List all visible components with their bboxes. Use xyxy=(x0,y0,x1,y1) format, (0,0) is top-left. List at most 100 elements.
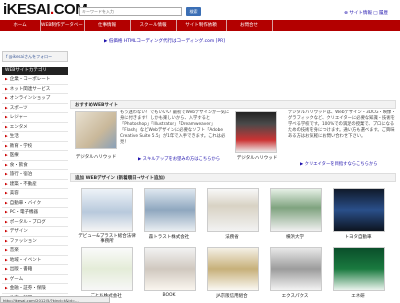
site-caption[interactable]: デビュー&プラスト総合法律事務所 xyxy=(77,234,137,244)
arrow-icon: ▶ xyxy=(5,219,8,224)
sidebar-item[interactable]: ▶ オンラインショップ xyxy=(2,94,68,104)
sidebar-item[interactable]: ▶ 旅行・宿泊 xyxy=(2,170,68,180)
arrow-icon: ▶ xyxy=(5,286,8,290)
sidebar-item-label: PC・電子機器 xyxy=(9,210,39,215)
nav-home[interactable]: ホーム xyxy=(0,20,41,31)
search-input[interactable] xyxy=(80,8,181,15)
search-button[interactable]: 検索 xyxy=(186,7,201,16)
sidebar-item[interactable]: ▶ 医療 xyxy=(2,151,68,161)
arrow-icon: ▶ xyxy=(5,248,8,252)
site-caption[interactable]: JA京阪信用組合 xyxy=(203,293,261,299)
nav-school[interactable]: スクール情報 xyxy=(130,20,177,31)
site-thumb[interactable] xyxy=(333,247,385,291)
nav-database[interactable]: WEB制作データベース xyxy=(40,20,85,39)
sidebar-title: WEBサイトカテゴリ xyxy=(2,67,68,75)
sidebar-item[interactable]: ▶ 食・飲食 xyxy=(2,161,68,170)
arrow-icon: ▶ xyxy=(5,153,8,157)
sidebar-item[interactable]: ▶ スポーツ xyxy=(2,104,68,113)
sidebar-item-label: 美容 xyxy=(9,191,19,196)
arrow-icon: ▶ xyxy=(5,105,8,110)
sidebar-item[interactable]: ▶ 地域・イベント xyxy=(2,256,68,265)
site-thumb[interactable] xyxy=(81,247,133,291)
site-thumb[interactable] xyxy=(144,188,196,232)
sidebar-item[interactable]: ▶ 金融・証券・保険 xyxy=(2,284,68,294)
sidebar-item[interactable]: ▶ エンタメ xyxy=(2,123,68,132)
sidebar-item[interactable]: ▶ ファッション xyxy=(2,237,68,246)
arrow-icon: ▶ xyxy=(5,200,8,205)
sidebar-item[interactable]: ▶ 出版・書籍 xyxy=(2,265,68,275)
new-sites-header: 追加 WEBデザイン (新着順日→サイト追加) xyxy=(70,173,396,182)
sidebar-item[interactable]: ▶ 企業・コーポレート xyxy=(2,75,68,85)
site-thumb[interactable] xyxy=(207,188,259,232)
top-links[interactable]: ⊕ サイト情報 □ 履歴 xyxy=(344,10,388,16)
sidebar-item[interactable]: ▶ ゲーム xyxy=(2,275,68,284)
sidebar-item-label: ポータル・ブログ xyxy=(9,219,46,225)
nav-contact[interactable]: お問合せ xyxy=(226,20,273,31)
sidebar-item[interactable]: ▶ ネット関連サービス xyxy=(2,85,68,94)
sidebar-item[interactable]: ▶ 自動車・バイク xyxy=(2,199,68,208)
sidebar-item[interactable]: ▶ 建築・不動産 xyxy=(2,180,68,189)
site-caption[interactable]: 森トラスト株式会社 xyxy=(140,234,198,240)
arrow-icon: ▶ xyxy=(5,172,8,176)
sidebar-item-label: エンタメ xyxy=(9,124,28,130)
sidebar-item[interactable]: ▶ PC・電子機器 xyxy=(2,208,68,218)
recommend-caption-2[interactable]: デジタルハリウッド xyxy=(232,155,282,161)
arrow-icon: ▶ xyxy=(5,238,8,243)
site-thumb[interactable] xyxy=(207,247,259,291)
recommend-caption-1[interactable]: デジタルハリウッド xyxy=(74,154,118,160)
arrow-icon: ▶ xyxy=(5,124,8,129)
sidebar-item-label: 出版・書籍 xyxy=(9,267,33,272)
arrow-icon: ▶ xyxy=(5,96,8,100)
site-caption[interactable]: 横浜大学 xyxy=(266,234,324,240)
sidebar-item-label: デザイン xyxy=(9,229,28,234)
site-caption[interactable]: 法務省 xyxy=(203,234,261,240)
sidebar-item[interactable]: ▶ 生活 xyxy=(2,132,68,142)
sidebar-item-label: 音楽 xyxy=(9,248,19,253)
sidebar-item[interactable]: ▶ 音楽 xyxy=(2,246,68,256)
arrow-icon: ▶ xyxy=(5,276,8,281)
nav-jobs[interactable]: 仕事情報 xyxy=(84,20,131,31)
site-caption[interactable]: BOOK xyxy=(140,293,198,298)
site-thumb[interactable] xyxy=(270,247,322,291)
sidebar-item-label: レジャー xyxy=(9,115,28,120)
sidebar-item[interactable]: ▶ 美容 xyxy=(2,189,68,199)
sidebar-item-label: 食・飲食 xyxy=(9,162,28,168)
arrow-icon: ▶ xyxy=(5,210,8,214)
arrow-icon: ▶ xyxy=(5,191,8,195)
sidebar-item-label: 生活 xyxy=(9,134,19,139)
site-logo[interactable]: iKESAI.COM xyxy=(3,1,88,18)
site-thumb[interactable] xyxy=(270,188,322,232)
status-url: http://ikesai.com/2012/5/?kind=t&id=... xyxy=(0,296,110,303)
sidebar-item-label: ゲーム xyxy=(9,276,24,282)
sidebar-item-label: 地域・イベント xyxy=(9,257,42,263)
site-caption[interactable]: トヨタ自動車 xyxy=(329,234,387,240)
recommend-thumb-1[interactable] xyxy=(75,111,117,149)
site-thumb[interactable] xyxy=(333,188,385,232)
logo-main-text: iKESAI xyxy=(3,1,51,18)
sidebar-item[interactable]: ▶ レジャー xyxy=(2,113,68,123)
sidebar-item-label: 旅行・宿泊 xyxy=(9,172,33,177)
recommend-thumb-2[interactable] xyxy=(235,111,277,153)
recommend-desc-2: デジタルハリウッドは、Webデザイン・3DCG・映像・グラフィックなど、クリエイ… xyxy=(288,110,396,139)
sidebar-item[interactable]: ▶ ポータル・ブログ xyxy=(2,218,68,227)
recommend-link-1[interactable]: ▶ スキルアップをお望みの方はこちらから xyxy=(138,156,220,162)
site-caption[interactable]: エネ研 xyxy=(329,293,387,299)
site-thumb[interactable] xyxy=(81,188,133,232)
recommend-link-2[interactable]: ▶ クリエイターを目指すならこちらから xyxy=(300,161,378,167)
sidebar: f @ikesaiさんをフォロー WEBサイトカテゴリ ▶ 企業・コーポレート ▶… xyxy=(2,51,68,303)
main-nav: ホーム WEB制作データベース 仕事情報 スクール情報 サイト制作依頼 お問合せ xyxy=(0,20,400,39)
nav-order[interactable]: サイト制作依頼 xyxy=(176,20,227,31)
follow-button[interactable]: f @ikesaiさんをフォロー xyxy=(2,51,68,62)
sidebar-item[interactable]: ▶ デザイン xyxy=(2,227,68,237)
arrow-icon: ▶ xyxy=(5,257,8,262)
sidebar-item-label: 自動車・バイク xyxy=(9,200,42,206)
site-caption[interactable]: エクスパクス xyxy=(266,293,324,299)
arrow-icon: ▶ xyxy=(5,77,8,81)
arrow-icon: ▶ xyxy=(5,181,8,186)
ad-link[interactable]: ▶ 低価格 HTMLコーディング代行はコーディング.com [PR] xyxy=(104,38,225,44)
sidebar-item-label: スポーツ xyxy=(9,105,28,111)
recommend-header: おすすめWEBサイト xyxy=(70,100,396,109)
site-thumb[interactable] xyxy=(144,247,196,291)
sidebar-item[interactable]: ▶ 教育・学校 xyxy=(2,142,68,151)
sidebar-item-label: 企業・コーポレート xyxy=(9,77,51,82)
